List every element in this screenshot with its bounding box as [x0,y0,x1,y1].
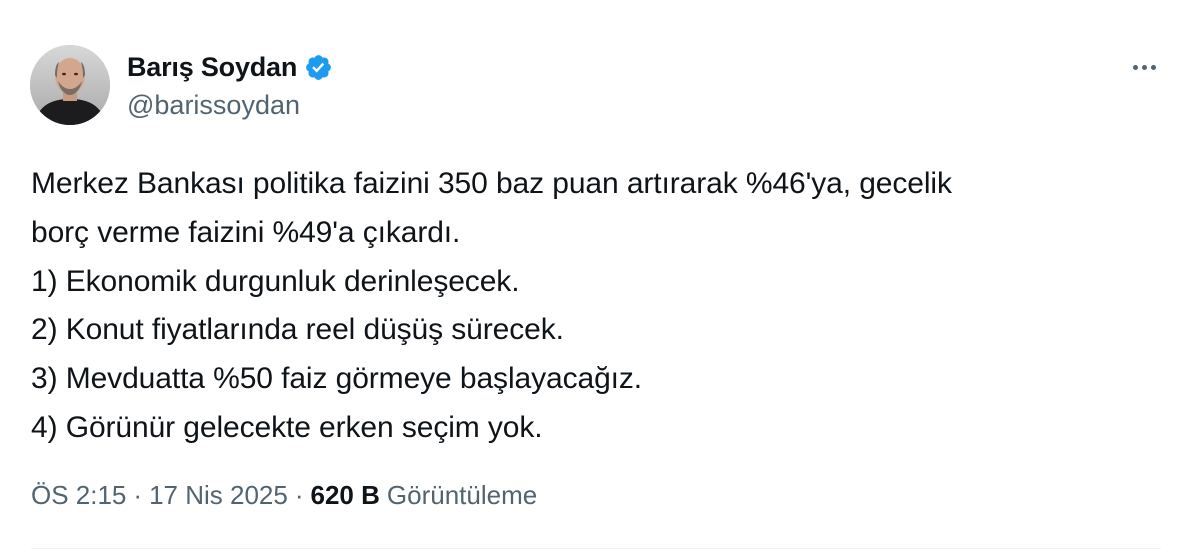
verified-badge-icon[interactable] [304,53,333,82]
tweet-meta: ÖS 2:15 · 17 Nis 2025 · 620 B Görüntülem… [31,480,537,511]
views-count[interactable]: 620 B [311,480,380,511]
tweet-text: Merkez Bankası politika faizini 350 baz … [31,160,1151,453]
author-display-name[interactable]: Barış Soydan [127,52,297,83]
views-label[interactable]: Görüntüleme [387,480,537,511]
meta-separator: · [133,480,143,510]
tweet-text-line: 4) Görünür gelecekte erken seçim yok. [31,410,543,444]
tweet-text-line: 1) Ekonomik durgunluk derinleşecek. [31,264,520,298]
tweet-text-line: 2) Konut fiyatlarında reel düşüş sürecek… [31,313,564,347]
author-avatar[interactable] [30,45,110,125]
author-handle[interactable]: @barissoydan [127,90,300,121]
tweet-text-line: 3) Mevduatta %50 faiz görmeye başlayacağ… [31,362,643,396]
avatar-photo-icon [30,45,110,125]
meta-separator: · [294,480,304,510]
tweet-text-line: Merkez Bankası politika faizini 350 baz … [31,167,952,200]
tweet-date[interactable]: 17 Nis 2025 [149,480,288,511]
tweet-time[interactable]: ÖS 2:15 [31,480,126,511]
divider [31,548,1161,549]
tweet-card: Barış Soydan @barissoydan Merkez Bankası… [0,0,1198,560]
more-options-button[interactable] [1126,55,1162,79]
more-horizontal-icon [1132,64,1156,70]
tweet-text-line: borç verme faizini %49'a çıkardı. [31,215,461,249]
author-name-row[interactable]: Barış Soydan [127,50,333,84]
